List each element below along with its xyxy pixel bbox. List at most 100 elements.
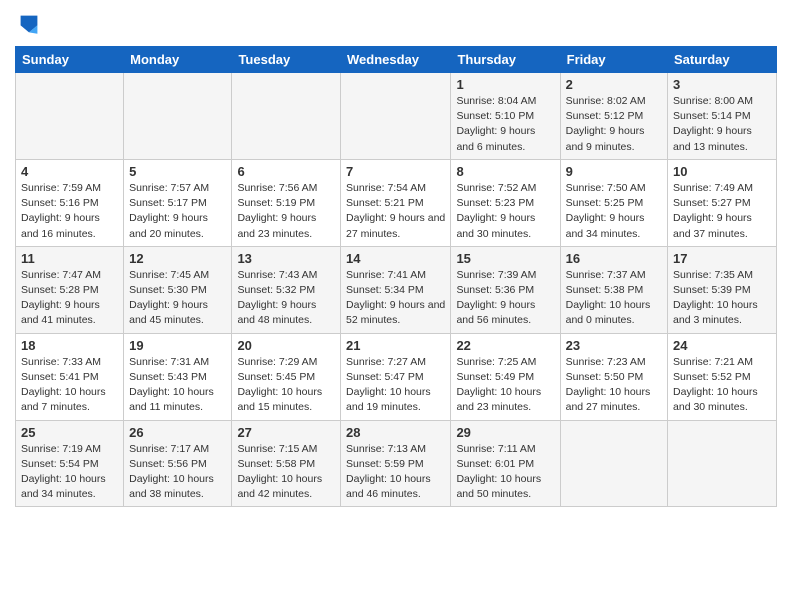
- day-info: Sunrise: 7:13 AMSunset: 5:59 PMDaylight:…: [346, 442, 445, 503]
- day-info: Sunrise: 7:17 AMSunset: 5:56 PMDaylight:…: [129, 442, 226, 503]
- calendar-week-row: 4 Sunrise: 7:59 AMSunset: 5:16 PMDaylight…: [16, 159, 777, 246]
- day-number: 10: [673, 164, 771, 179]
- day-number: 9: [566, 164, 662, 179]
- day-number: 16: [566, 251, 662, 266]
- weekday-header: Saturday: [668, 47, 777, 73]
- day-number: 15: [456, 251, 554, 266]
- day-info: Sunrise: 7:43 AMSunset: 5:32 PMDaylight:…: [237, 268, 335, 329]
- day-info: Sunrise: 7:50 AMSunset: 5:25 PMDaylight:…: [566, 181, 662, 242]
- calendar-cell: 27 Sunrise: 7:15 AMSunset: 5:58 PMDayligh…: [232, 420, 341, 507]
- day-number: 27: [237, 425, 335, 440]
- day-info: Sunrise: 7:23 AMSunset: 5:50 PMDaylight:…: [566, 355, 662, 416]
- calendar-table: SundayMondayTuesdayWednesdayThursdayFrid…: [15, 46, 777, 507]
- calendar-cell: 7 Sunrise: 7:54 AMSunset: 5:21 PMDaylight…: [341, 159, 451, 246]
- calendar-cell: 6 Sunrise: 7:56 AMSunset: 5:19 PMDaylight…: [232, 159, 341, 246]
- calendar-cell: 14 Sunrise: 7:41 AMSunset: 5:34 PMDayligh…: [341, 246, 451, 333]
- calendar-cell: 26 Sunrise: 7:17 AMSunset: 5:56 PMDayligh…: [124, 420, 232, 507]
- calendar-cell: 22 Sunrise: 7:25 AMSunset: 5:49 PMDayligh…: [451, 333, 560, 420]
- calendar-cell: 28 Sunrise: 7:13 AMSunset: 5:59 PMDayligh…: [341, 420, 451, 507]
- calendar-cell: [16, 73, 124, 160]
- day-info: Sunrise: 8:04 AMSunset: 5:10 PMDaylight:…: [456, 94, 554, 155]
- day-info: Sunrise: 7:39 AMSunset: 5:36 PMDaylight:…: [456, 268, 554, 329]
- calendar-week-row: 11 Sunrise: 7:47 AMSunset: 5:28 PMDayligh…: [16, 246, 777, 333]
- day-number: 1: [456, 77, 554, 92]
- day-number: 19: [129, 338, 226, 353]
- page-header: [15, 10, 777, 38]
- day-info: Sunrise: 7:56 AMSunset: 5:19 PMDaylight:…: [237, 181, 335, 242]
- day-number: 2: [566, 77, 662, 92]
- day-number: 3: [673, 77, 771, 92]
- day-info: Sunrise: 8:00 AMSunset: 5:14 PMDaylight:…: [673, 94, 771, 155]
- day-number: 8: [456, 164, 554, 179]
- day-info: Sunrise: 7:41 AMSunset: 5:34 PMDaylight:…: [346, 268, 445, 329]
- day-number: 5: [129, 164, 226, 179]
- calendar-week-row: 1 Sunrise: 8:04 AMSunset: 5:10 PMDaylight…: [16, 73, 777, 160]
- calendar-cell: [124, 73, 232, 160]
- weekday-header-row: SundayMondayTuesdayWednesdayThursdayFrid…: [16, 47, 777, 73]
- day-info: Sunrise: 7:35 AMSunset: 5:39 PMDaylight:…: [673, 268, 771, 329]
- calendar-cell: 18 Sunrise: 7:33 AMSunset: 5:41 PMDayligh…: [16, 333, 124, 420]
- day-info: Sunrise: 7:54 AMSunset: 5:21 PMDaylight:…: [346, 181, 445, 242]
- day-number: 7: [346, 164, 445, 179]
- calendar-cell: 5Sunrise: 7:57 AMSunset: 5:17 PMDaylight…: [124, 159, 232, 246]
- day-number: 4: [21, 164, 118, 179]
- calendar-cell: 10 Sunrise: 7:49 AMSunset: 5:27 PMDayligh…: [668, 159, 777, 246]
- day-number: 14: [346, 251, 445, 266]
- calendar-cell: 3 Sunrise: 8:00 AMSunset: 5:14 PMDaylight…: [668, 73, 777, 160]
- day-number: 25: [21, 425, 118, 440]
- day-info: Sunrise: 7:59 AMSunset: 5:16 PMDaylight:…: [21, 181, 118, 242]
- calendar-cell: 21 Sunrise: 7:27 AMSunset: 5:47 PMDayligh…: [341, 333, 451, 420]
- day-number: 6: [237, 164, 335, 179]
- day-info: Sunrise: 8:02 AMSunset: 5:12 PMDaylight:…: [566, 94, 662, 155]
- calendar-cell: [232, 73, 341, 160]
- day-number: 11: [21, 251, 118, 266]
- calendar-week-row: 18 Sunrise: 7:33 AMSunset: 5:41 PMDayligh…: [16, 333, 777, 420]
- day-info: Sunrise: 7:31 AMSunset: 5:43 PMDaylight:…: [129, 355, 226, 416]
- weekday-header: Tuesday: [232, 47, 341, 73]
- day-number: 18: [21, 338, 118, 353]
- calendar-cell: 17 Sunrise: 7:35 AMSunset: 5:39 PMDayligh…: [668, 246, 777, 333]
- day-info: Sunrise: 7:29 AMSunset: 5:45 PMDaylight:…: [237, 355, 335, 416]
- day-number: 21: [346, 338, 445, 353]
- weekday-header: Sunday: [16, 47, 124, 73]
- calendar-cell: 2 Sunrise: 8:02 AMSunset: 5:12 PMDaylight…: [560, 73, 667, 160]
- calendar-cell: 20Sunrise: 7:29 AMSunset: 5:45 PMDayligh…: [232, 333, 341, 420]
- calendar-cell: 24 Sunrise: 7:21 AMSunset: 5:52 PMDayligh…: [668, 333, 777, 420]
- weekday-header: Thursday: [451, 47, 560, 73]
- day-number: 26: [129, 425, 226, 440]
- logo-icon: [15, 10, 43, 38]
- day-info: Sunrise: 7:15 AMSunset: 5:58 PMDaylight:…: [237, 442, 335, 503]
- day-info: Sunrise: 7:27 AMSunset: 5:47 PMDaylight:…: [346, 355, 445, 416]
- day-info: Sunrise: 7:25 AMSunset: 5:49 PMDaylight:…: [456, 355, 554, 416]
- day-number: 17: [673, 251, 771, 266]
- day-info: Sunrise: 7:47 AMSunset: 5:28 PMDaylight:…: [21, 268, 118, 329]
- day-number: 23: [566, 338, 662, 353]
- calendar-cell: 1 Sunrise: 8:04 AMSunset: 5:10 PMDaylight…: [451, 73, 560, 160]
- calendar-cell: 13 Sunrise: 7:43 AMSunset: 5:32 PMDayligh…: [232, 246, 341, 333]
- calendar-cell: 23 Sunrise: 7:23 AMSunset: 5:50 PMDayligh…: [560, 333, 667, 420]
- calendar-cell: 4 Sunrise: 7:59 AMSunset: 5:16 PMDaylight…: [16, 159, 124, 246]
- calendar-cell: 12Sunrise: 7:45 AMSunset: 5:30 PMDayligh…: [124, 246, 232, 333]
- day-info: Sunrise: 7:52 AMSunset: 5:23 PMDaylight:…: [456, 181, 554, 242]
- day-number: 24: [673, 338, 771, 353]
- weekday-header: Wednesday: [341, 47, 451, 73]
- calendar-cell: 8 Sunrise: 7:52 AMSunset: 5:23 PMDaylight…: [451, 159, 560, 246]
- day-number: 12: [129, 251, 226, 266]
- calendar-cell: 25 Sunrise: 7:19 AMSunset: 5:54 PMDayligh…: [16, 420, 124, 507]
- day-info: Sunrise: 7:49 AMSunset: 5:27 PMDaylight:…: [673, 181, 771, 242]
- day-number: 13: [237, 251, 335, 266]
- calendar-cell: 29Sunrise: 7:11 AMSunset: 6:01 PMDayligh…: [451, 420, 560, 507]
- logo: [15, 10, 47, 38]
- day-info: Sunrise: 7:33 AMSunset: 5:41 PMDaylight:…: [21, 355, 118, 416]
- calendar-cell: [560, 420, 667, 507]
- calendar-cell: 15 Sunrise: 7:39 AMSunset: 5:36 PMDayligh…: [451, 246, 560, 333]
- day-info: Sunrise: 7:37 AMSunset: 5:38 PMDaylight:…: [566, 268, 662, 329]
- calendar-cell: 16 Sunrise: 7:37 AMSunset: 5:38 PMDayligh…: [560, 246, 667, 333]
- calendar-week-row: 25 Sunrise: 7:19 AMSunset: 5:54 PMDayligh…: [16, 420, 777, 507]
- calendar-cell: [668, 420, 777, 507]
- day-info: Sunrise: 7:19 AMSunset: 5:54 PMDaylight:…: [21, 442, 118, 503]
- day-number: 22: [456, 338, 554, 353]
- day-number: 28: [346, 425, 445, 440]
- calendar-cell: 11 Sunrise: 7:47 AMSunset: 5:28 PMDayligh…: [16, 246, 124, 333]
- day-info: Sunrise: 7:21 AMSunset: 5:52 PMDaylight:…: [673, 355, 771, 416]
